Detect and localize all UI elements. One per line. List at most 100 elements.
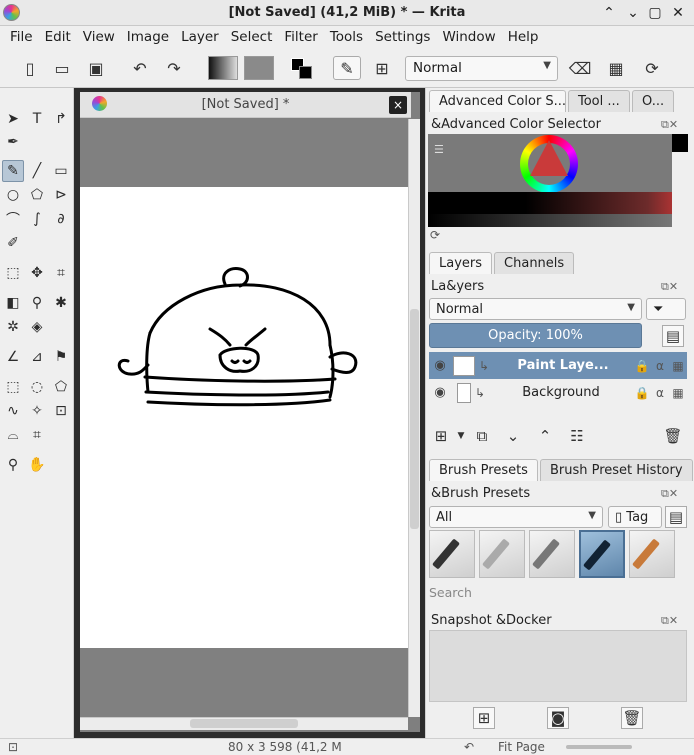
tab-advanced-color-selector[interactable]: Advanced Color S... <box>429 90 566 112</box>
vertical-scroll-thumb[interactable] <box>410 309 419 529</box>
freehand-selection-tool-icon[interactable]: ∿ <box>2 400 24 422</box>
horizontal-scroll-thumb[interactable] <box>190 719 298 728</box>
brush-preset-marker[interactable] <box>629 530 675 578</box>
layer-blend-mode-select[interactable]: Normal ▼ <box>429 298 642 320</box>
drawing-canvas[interactable] <box>80 187 408 648</box>
undo-icon[interactable]: ↶ <box>128 56 152 80</box>
ellipse-selection-tool-icon[interactable]: ◌ <box>26 376 48 398</box>
brush-view-mode-icon[interactable]: ▤ <box>665 506 687 528</box>
eraser-icon[interactable]: ⌫ <box>568 56 592 80</box>
window-close-icon[interactable]: ✕ <box>669 4 687 22</box>
color-picker-tool-icon[interactable]: ⚲ <box>26 292 48 314</box>
transparency-icon[interactable]: ▦ <box>669 386 687 400</box>
colorize-mask-tool-icon[interactable]: ✲ <box>2 316 24 338</box>
brush-float-close-icon[interactable]: ⧉✕ <box>661 487 678 501</box>
magnetic-selection-tool-icon[interactable]: ⌗ <box>26 424 48 446</box>
menu-settings[interactable]: Settings <box>369 29 436 45</box>
canvas-horizontal-scrollbar[interactable] <box>80 717 408 730</box>
smart-patch-tool-icon[interactable]: ✱ <box>50 292 72 314</box>
rectangle-tool-icon[interactable]: ▭ <box>50 160 72 182</box>
multibrush-tool-icon[interactable]: ✐ <box>2 232 24 254</box>
window-minimize-icon[interactable]: ⌄ <box>624 4 642 22</box>
dynamic-brush-tool-icon[interactable]: ∂ <box>50 208 72 230</box>
zoom-tool-icon[interactable]: ⚲ <box>2 454 24 476</box>
bezier-selection-tool-icon[interactable]: ⌓ <box>2 424 24 446</box>
layer-name[interactable]: Background <box>489 385 633 400</box>
ellipse-tool-icon[interactable]: ○ <box>2 184 24 206</box>
brush-preset-selected[interactable] <box>579 530 625 578</box>
transform-tool-icon[interactable]: ⬚ <box>2 262 24 284</box>
alpha-lock-icon[interactable]: ▦ <box>604 56 628 80</box>
visibility-eye-icon[interactable]: ◉ <box>429 358 451 373</box>
snapshot-list[interactable] <box>429 630 687 702</box>
shade-selector-lower[interactable] <box>428 214 672 227</box>
delete-layer-icon[interactable]: 🗑 <box>662 425 684 447</box>
lock-icon[interactable]: 🔒 <box>633 359 651 373</box>
gradient-picker-icon[interactable] <box>208 56 238 80</box>
brush-tag-filter-select[interactable]: All ▼ <box>429 506 603 528</box>
visibility-eye-icon[interactable]: ◉ <box>429 385 451 400</box>
gradient-tool-icon[interactable]: ◧ <box>2 292 24 314</box>
move-layer-down-icon[interactable]: ⌄ <box>502 425 524 447</box>
crop-tool-icon[interactable]: ⌗ <box>50 262 72 284</box>
delete-snapshot-icon[interactable]: 🗑 <box>621 707 643 729</box>
similar-selection-tool-icon[interactable]: ⊡ <box>50 400 72 422</box>
menu-select[interactable]: Select <box>225 29 279 45</box>
bezier-tool-icon[interactable]: ⌒ <box>2 208 24 230</box>
brush-preset-soft-pencil[interactable] <box>529 530 575 578</box>
window-maximize-icon[interactable]: ▢ <box>646 4 664 22</box>
menu-file[interactable]: File <box>4 29 39 45</box>
inherit-alpha-icon[interactable]: ↳ <box>471 386 489 400</box>
alpha-icon[interactable]: α <box>651 386 669 400</box>
close-document-icon[interactable]: × <box>389 96 407 114</box>
polygon-selection-tool-icon[interactable]: ⬠ <box>50 376 72 398</box>
reload-preset-icon[interactable]: ⟳ <box>640 56 664 80</box>
layer-row[interactable]: ◉ ↳ Background 🔒 α ▦ <box>429 379 687 406</box>
layer-name[interactable]: Paint Laye... <box>493 358 633 373</box>
chevron-down-icon[interactable]: ▼ <box>450 425 472 447</box>
add-layer-icon[interactable]: ⊞ <box>430 425 452 447</box>
tab-layers[interactable]: Layers <box>429 252 493 274</box>
lock-icon[interactable]: 🔒 <box>633 386 651 400</box>
reset-color-icon[interactable]: ⟳ <box>430 228 440 242</box>
color-triangle[interactable] <box>530 140 568 176</box>
duplicate-layer-icon[interactable]: ⧉ <box>471 425 493 447</box>
zoom-slider[interactable] <box>566 745 632 749</box>
text-tool-icon[interactable]: T <box>26 108 48 130</box>
menu-window[interactable]: Window <box>436 29 501 45</box>
dock-float-close-icon[interactable]: ⧉✕ <box>661 118 678 132</box>
layer-settings-icon[interactable]: ☷ <box>566 425 588 447</box>
menu-help[interactable]: Help <box>502 29 545 45</box>
tab-channels[interactable]: Channels <box>494 252 575 274</box>
move-layer-up-icon[interactable]: ⌃ <box>534 425 556 447</box>
transparency-icon[interactable]: ▦ <box>669 359 687 373</box>
rotate-canvas-icon[interactable]: ↶ <box>464 740 474 754</box>
select-shape-tool-icon[interactable]: ➤ <box>2 108 24 130</box>
menu-tools[interactable]: Tools <box>324 29 369 45</box>
rect-selection-tool-icon[interactable]: ⬚ <box>2 376 24 398</box>
brush-settings-icon[interactable]: ⊞ <box>370 56 394 80</box>
tab-brush-preset-history[interactable]: Brush Preset History <box>539 459 693 481</box>
window-shade-icon[interactable]: ⌃ <box>600 4 618 22</box>
assistant-tool-icon[interactable]: ⊿ <box>26 346 48 368</box>
brush-preset-ink-pen[interactable] <box>429 530 475 578</box>
layer-row[interactable]: ◉ ↳ Paint Laye... 🔒 α ▦ <box>429 352 687 379</box>
freehand-brush-tool-icon[interactable]: ✎ <box>2 160 24 182</box>
add-snapshot-icon[interactable]: ⊞ <box>473 707 495 729</box>
snapshot-float-close-icon[interactable]: ⧉✕ <box>661 614 678 628</box>
camera-icon[interactable]: ◙ <box>547 707 569 729</box>
tab-tool-options[interactable]: Tool ... <box>568 90 630 112</box>
contiguous-selection-tool-icon[interactable]: ✧ <box>26 400 48 422</box>
zoom-level-text[interactable]: Fit Page <box>498 740 545 754</box>
edit-shapes-tool-icon[interactable]: ↱ <box>50 108 72 130</box>
menu-edit[interactable]: Edit <box>39 29 77 45</box>
pattern-picker-icon[interactable] <box>244 56 274 80</box>
new-document-icon[interactable]: ▯ <box>18 56 42 80</box>
polyline-tool-icon[interactable]: ⊳ <box>50 184 72 206</box>
layer-opacity-slider[interactable]: Opacity: 100% <box>429 323 642 348</box>
tab-brush-presets[interactable]: Brush Presets <box>429 459 538 481</box>
menu-layer[interactable]: Layer <box>175 29 225 45</box>
layer-properties-icon[interactable]: ▤ <box>662 325 684 347</box>
calligraphy-tool-icon[interactable]: ✒ <box>2 131 24 153</box>
save-icon[interactable]: ▣ <box>84 56 108 80</box>
